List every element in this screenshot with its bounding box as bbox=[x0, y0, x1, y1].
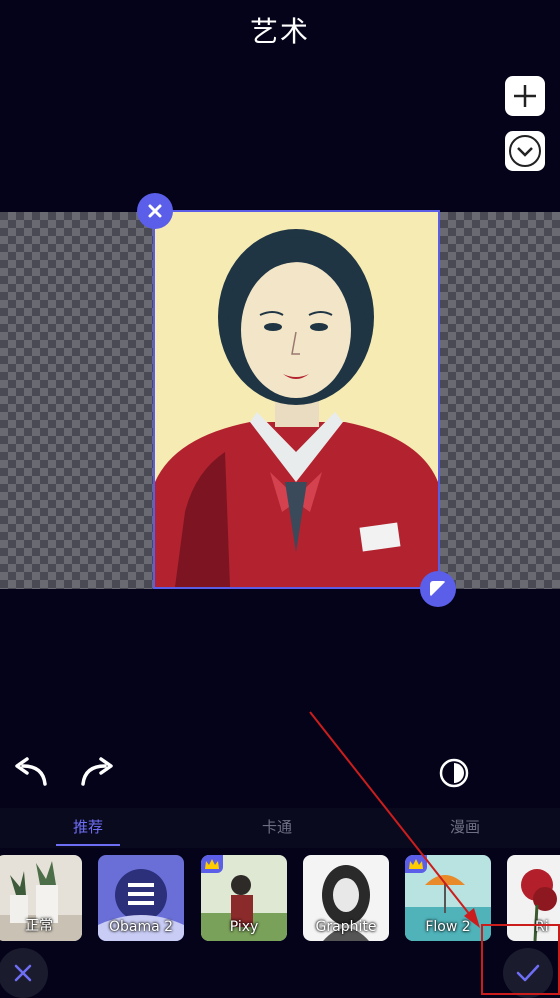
undo-icon bbox=[15, 757, 47, 786]
bottom-action-bar bbox=[0, 948, 560, 995]
premium-badge bbox=[201, 855, 223, 873]
artwork-image[interactable] bbox=[153, 210, 440, 589]
plus-icon bbox=[514, 85, 536, 107]
filter-item-normal[interactable]: 正常 bbox=[0, 855, 82, 941]
filter-label: Obama 2 bbox=[108, 919, 174, 935]
collapse-button[interactable] bbox=[505, 131, 545, 171]
redo-icon bbox=[81, 757, 113, 786]
redo-button[interactable] bbox=[78, 754, 118, 790]
crown-icon bbox=[205, 859, 219, 869]
add-layer-button[interactable] bbox=[505, 76, 545, 116]
close-icon bbox=[148, 204, 162, 218]
active-tab-indicator bbox=[56, 844, 120, 846]
filter-item-pixy[interactable]: Pixy bbox=[201, 855, 287, 941]
filter-label: 正常 bbox=[25, 918, 53, 934]
delete-layer-button[interactable] bbox=[137, 193, 173, 229]
filter-item-obama-2[interactable]: Obama 2 bbox=[98, 855, 184, 941]
resize-handle[interactable] bbox=[420, 571, 456, 607]
close-icon bbox=[14, 964, 32, 982]
chevron-down-icon bbox=[509, 135, 541, 167]
cancel-button[interactable] bbox=[0, 948, 48, 998]
portrait-illustration bbox=[155, 212, 438, 587]
annotation-arrow bbox=[309, 711, 480, 928]
filter-label: Pixy bbox=[229, 919, 259, 935]
undo-button[interactable] bbox=[10, 754, 50, 790]
resize-icon bbox=[430, 581, 446, 597]
page-title: 艺术 bbox=[249, 15, 310, 48]
tab-recommended[interactable]: 推荐 bbox=[28, 816, 148, 837]
